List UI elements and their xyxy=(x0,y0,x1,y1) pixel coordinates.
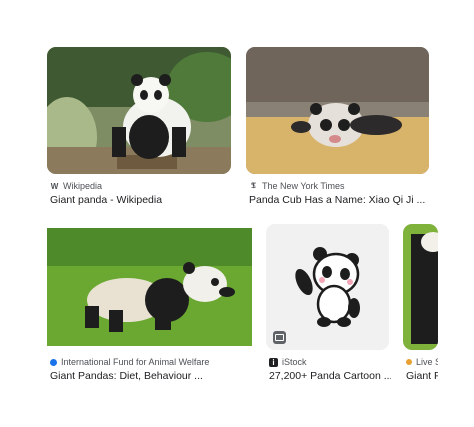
source-label: The New York Times xyxy=(262,181,345,191)
result-title[interactable]: Giant panda - Wikipedia xyxy=(50,194,232,206)
result-title[interactable]: 27,200+ Panda Cartoon ... xyxy=(269,370,391,382)
result-title[interactable]: Panda Cub Has a Name: Xiao Qi Ji ... xyxy=(249,194,431,206)
ifaw-icon xyxy=(50,358,57,366)
thumbnail-giant-panda-walking[interactable] xyxy=(47,228,252,346)
result-title[interactable]: Giant F xyxy=(406,370,438,382)
livescience-icon xyxy=(406,359,412,365)
nyt-icon: 𝕿 xyxy=(251,181,256,190)
result-title[interactable]: Giant Pandas: Diet, Behaviour ... xyxy=(50,370,255,382)
result-source[interactable]: 𝕿 The New York Times xyxy=(249,181,429,191)
source-label: Wikipedia xyxy=(63,181,103,191)
source-label: Live S xyxy=(416,357,438,367)
wikipedia-icon: W xyxy=(50,181,59,191)
source-label: iStock xyxy=(282,357,307,367)
image-badge-icon xyxy=(273,331,286,344)
result-source[interactable]: Live S xyxy=(406,357,438,367)
istock-icon: i xyxy=(269,357,278,367)
source-label: International Fund for Animal Welfare xyxy=(61,357,210,367)
result-source[interactable]: i iStock xyxy=(269,357,389,367)
result-source[interactable]: W Wikipedia xyxy=(50,181,230,191)
thumbnail-panda-cub-nyt[interactable] xyxy=(246,47,429,174)
thumbnail-panda-cartoon-istock[interactable] xyxy=(266,224,389,350)
result-source[interactable]: International Fund for Animal Welfare xyxy=(50,357,255,367)
thumbnail-giant-panda-livescience[interactable] xyxy=(403,224,438,350)
thumbnail-giant-panda-wikipedia[interactable] xyxy=(47,47,231,174)
